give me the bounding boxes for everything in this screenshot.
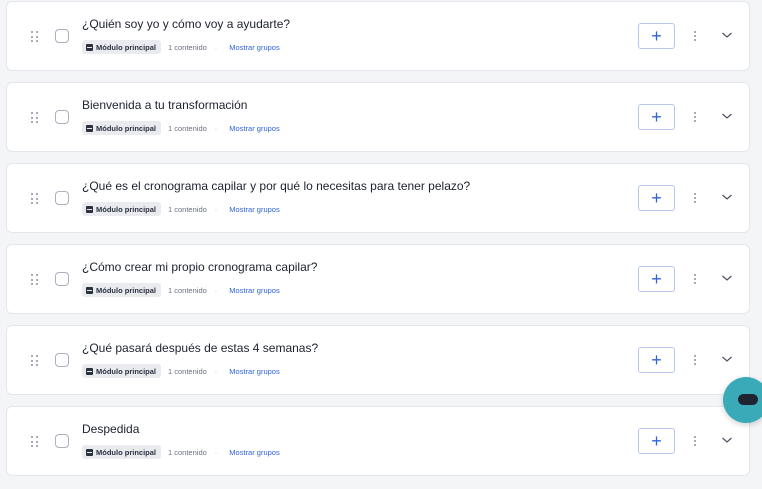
module-checkbox[interactable]	[55, 434, 69, 448]
add-content-button[interactable]: +	[638, 347, 675, 373]
module-type-label: Módulo principal	[96, 42, 156, 52]
module-type-label: Módulo principal	[96, 123, 156, 133]
add-content-button[interactable]: +	[638, 185, 675, 211]
content-count: 1 contenido	[168, 204, 207, 214]
module-type-label: Módulo principal	[96, 204, 156, 214]
plus-icon: +	[651, 26, 662, 46]
module-type-label: Módulo principal	[96, 285, 156, 295]
plus-icon: +	[651, 107, 662, 127]
module-icon	[86, 124, 93, 132]
plus-icon: +	[651, 350, 662, 370]
show-groups-link[interactable]: Mostrar grupos	[229, 367, 279, 376]
drag-handle-icon[interactable]	[31, 355, 39, 367]
chat-bubble-icon	[738, 394, 758, 405]
add-content-button[interactable]: +	[638, 104, 675, 130]
module-checkbox[interactable]	[55, 353, 69, 367]
show-groups-link[interactable]: Mostrar grupos	[229, 205, 279, 214]
plus-icon: +	[651, 269, 662, 289]
module-icon	[86, 43, 93, 51]
module-type-badge: Módulo principal	[82, 40, 161, 54]
chevron-down-icon[interactable]	[721, 354, 733, 364]
add-content-button[interactable]: +	[638, 266, 675, 292]
more-vertical-icon[interactable]	[691, 432, 699, 450]
module-card: Despedida Módulo principal 1 contenido ·…	[6, 406, 750, 476]
module-type-badge: Módulo principal	[82, 202, 161, 216]
module-type-badge: Módulo principal	[82, 283, 161, 297]
content-count: 1 contenido	[168, 447, 207, 457]
more-vertical-icon[interactable]	[691, 27, 699, 45]
module-meta: Módulo principal 1 contenido · Mostrar g…	[82, 121, 280, 135]
chevron-down-icon[interactable]	[721, 30, 733, 40]
content-count: 1 contenido	[168, 42, 207, 52]
chevron-down-icon[interactable]	[721, 192, 733, 202]
module-icon	[86, 286, 93, 294]
chevron-down-icon[interactable]	[721, 273, 733, 283]
meta-separator: ·	[214, 447, 218, 457]
module-title: ¿Qué pasará después de estas 4 semanas?	[82, 341, 319, 355]
show-groups-link[interactable]: Mostrar grupos	[229, 43, 279, 52]
add-content-button[interactable]: +	[638, 23, 675, 49]
module-card: Bienvenida a tu transformación Módulo pr…	[6, 82, 750, 152]
module-type-badge: Módulo principal	[82, 445, 161, 459]
module-type-badge: Módulo principal	[82, 364, 161, 378]
module-type-label: Módulo principal	[96, 447, 156, 457]
module-title: ¿Qué es el cronograma capilar y por qué …	[82, 179, 471, 193]
module-type-badge: Módulo principal	[82, 121, 161, 135]
module-card: ¿Qué es el cronograma capilar y por qué …	[6, 163, 750, 233]
more-vertical-icon[interactable]	[691, 108, 699, 126]
show-groups-link[interactable]: Mostrar grupos	[229, 286, 279, 295]
module-title: Bienvenida a tu transformación	[82, 98, 248, 112]
plus-icon: +	[651, 188, 662, 208]
meta-separator: ·	[214, 42, 218, 52]
module-title: ¿Quién soy yo y cómo voy a ayudarte?	[82, 17, 291, 31]
module-title: ¿Cómo crear mi propio cronograma capilar…	[82, 260, 318, 274]
chevron-down-icon[interactable]	[721, 111, 733, 121]
module-icon	[86, 205, 93, 213]
module-checkbox[interactable]	[55, 110, 69, 124]
module-meta: Módulo principal 1 contenido · Mostrar g…	[82, 202, 280, 216]
drag-handle-icon[interactable]	[31, 436, 39, 448]
drag-handle-icon[interactable]	[31, 193, 39, 205]
module-card: ¿Cómo crear mi propio cronograma capilar…	[6, 244, 750, 314]
content-count: 1 contenido	[168, 366, 207, 376]
chat-button[interactable]	[723, 377, 762, 423]
add-content-button[interactable]: +	[638, 428, 675, 454]
module-title: Despedida	[82, 422, 140, 436]
meta-separator: ·	[214, 285, 218, 295]
chevron-down-icon[interactable]	[721, 435, 733, 445]
drag-handle-icon[interactable]	[31, 274, 39, 286]
module-icon	[86, 367, 93, 375]
module-meta: Módulo principal 1 contenido · Mostrar g…	[82, 364, 280, 378]
module-card: ¿Quién soy yo y cómo voy a ayudarte? Mód…	[6, 1, 750, 71]
more-vertical-icon[interactable]	[691, 189, 699, 207]
more-vertical-icon[interactable]	[691, 270, 699, 288]
more-vertical-icon[interactable]	[691, 351, 699, 369]
module-meta: Módulo principal 1 contenido · Mostrar g…	[82, 445, 280, 459]
module-meta: Módulo principal 1 contenido · Mostrar g…	[82, 283, 280, 297]
module-card: ¿Qué pasará después de estas 4 semanas? …	[6, 325, 750, 395]
module-checkbox[interactable]	[55, 272, 69, 286]
plus-icon: +	[651, 431, 662, 451]
drag-handle-icon[interactable]	[31, 31, 39, 43]
meta-separator: ·	[214, 123, 218, 133]
module-checkbox[interactable]	[55, 29, 69, 43]
module-type-label: Módulo principal	[96, 366, 156, 376]
meta-separator: ·	[214, 204, 218, 214]
content-count: 1 contenido	[168, 123, 207, 133]
module-meta: Módulo principal 1 contenido · Mostrar g…	[82, 40, 280, 54]
content-count: 1 contenido	[168, 285, 207, 295]
show-groups-link[interactable]: Mostrar grupos	[229, 448, 279, 457]
drag-handle-icon[interactable]	[31, 112, 39, 124]
show-groups-link[interactable]: Mostrar grupos	[229, 124, 279, 133]
course-modules-page: ¿Quién soy yo y cómo voy a ayudarte? Mód…	[0, 0, 762, 489]
module-checkbox[interactable]	[55, 191, 69, 205]
module-icon	[86, 448, 93, 456]
meta-separator: ·	[214, 366, 218, 376]
